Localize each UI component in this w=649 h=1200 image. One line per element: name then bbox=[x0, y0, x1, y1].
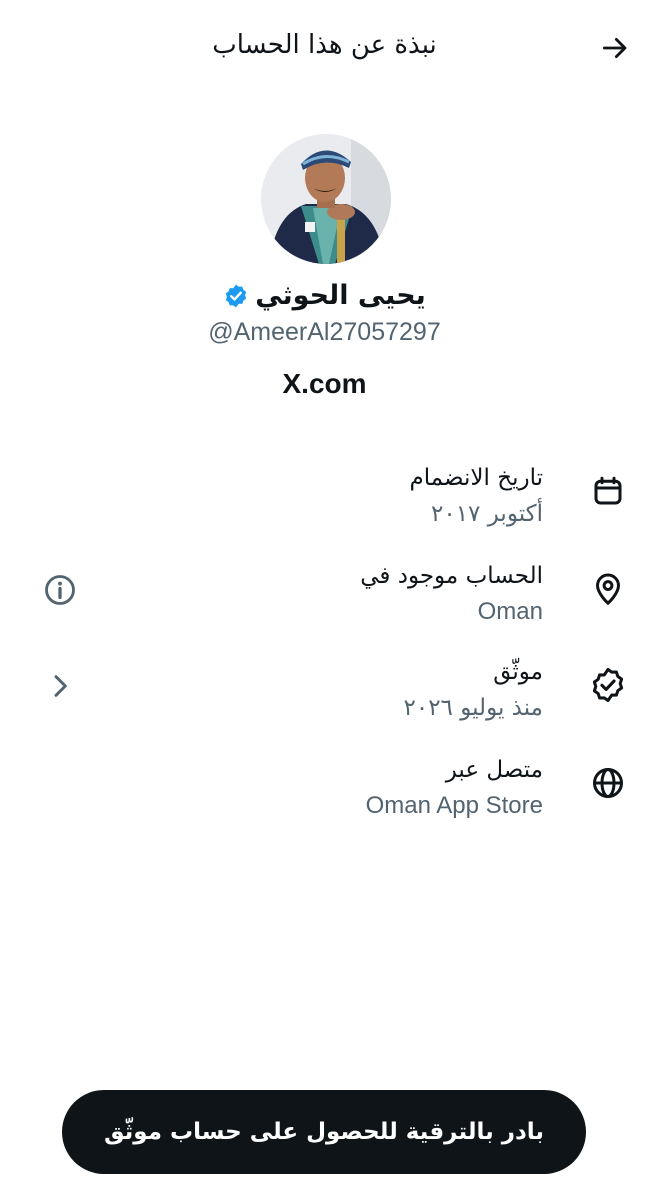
header: نبذة عن هذا الحساب bbox=[0, 0, 649, 96]
detail-label: تاريخ الانضمام bbox=[409, 465, 543, 491]
detail-row-verified[interactable]: موثّق منذ يوليو ٢٠٢٦ bbox=[30, 654, 627, 734]
location-pin-icon bbox=[589, 570, 627, 608]
back-button[interactable] bbox=[597, 28, 633, 68]
chevron-right-icon bbox=[54, 675, 67, 697]
verified-badge-icon bbox=[589, 666, 627, 704]
detail-row-location: الحساب موجود في Oman bbox=[30, 558, 627, 638]
detail-label: الحساب موجود في bbox=[360, 563, 543, 589]
detail-label: متصل عبر bbox=[445, 757, 543, 783]
name-row: يحيى الحوثي bbox=[0, 280, 649, 311]
detail-label: موثّق bbox=[493, 659, 543, 685]
upgrade-verified-button[interactable]: بادر بالترقية للحصول على حساب موثّق bbox=[62, 1090, 586, 1174]
info-button[interactable] bbox=[40, 570, 80, 610]
display-name: يحيى الحوثي bbox=[255, 280, 426, 311]
detail-value: أكتوبر ٢٠١٧ bbox=[431, 501, 543, 527]
username-handle: @AmeerAl27057297 bbox=[208, 318, 441, 346]
globe-icon bbox=[589, 764, 627, 802]
verified-badge-icon bbox=[226, 284, 247, 307]
avatar[interactable] bbox=[261, 134, 391, 264]
detail-row-joined: تاريخ الانضمام أكتوبر ٢٠١٧ bbox=[30, 460, 627, 540]
arrow-right-icon bbox=[602, 37, 627, 59]
page-title: نبذة عن هذا الحساب bbox=[212, 30, 437, 60]
site-link[interactable]: X.com bbox=[0, 368, 649, 400]
info-icon bbox=[45, 575, 75, 605]
site-label: X.com bbox=[282, 368, 367, 399]
detail-value: Oman App Store bbox=[365, 792, 543, 819]
calendar-icon bbox=[589, 472, 627, 510]
chevron-button[interactable] bbox=[40, 666, 80, 706]
detail-row-connected: متصل عبر Oman App Store bbox=[30, 752, 627, 832]
detail-value: منذ يوليو ٢٠٢٦ bbox=[403, 695, 544, 721]
detail-value: Oman bbox=[477, 598, 543, 625]
